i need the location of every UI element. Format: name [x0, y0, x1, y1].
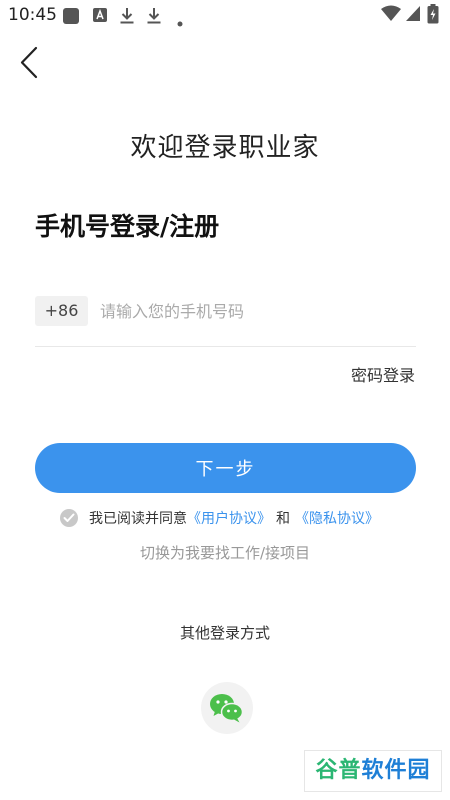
switch-role-link[interactable]: 切换为我要找工作/接项目 [0, 542, 450, 563]
user-agreement-link[interactable]: 《用户协议》 [187, 508, 271, 528]
watermark-part1: 谷普 [315, 758, 362, 783]
back-button[interactable] [12, 44, 46, 82]
agreement-row: 我已阅读并同意 《用户协议》 和 《隐私协议》 [60, 508, 379, 528]
country-code-selector[interactable]: +86 [35, 296, 88, 326]
wechat-login-button[interactable] [201, 682, 253, 734]
watermark-logo: 谷普软件园 [304, 750, 442, 792]
battery-charging-icon [427, 4, 439, 28]
app-icon [62, 7, 80, 29]
a-icon [92, 7, 108, 27]
input-divider [35, 346, 416, 347]
chevron-left-icon [12, 46, 46, 86]
next-button[interactable]: 下一步 [35, 443, 416, 493]
download-icon [119, 7, 135, 29]
status-time: 10:45 [8, 5, 57, 25]
privacy-agreement-link[interactable]: 《隐私协议》 [295, 508, 379, 528]
dot-icon [177, 12, 183, 31]
phone-input[interactable] [100, 296, 400, 326]
login-heading: 手机号登录/注册 [35, 212, 220, 241]
signal-icon [405, 5, 421, 26]
agreement-prefix: 我已阅读并同意 [89, 511, 187, 527]
other-login-label: 其他登录方式 [179, 624, 270, 642]
wifi-icon [381, 5, 401, 26]
welcome-title: 欢迎登录职业家 [130, 133, 320, 163]
status-bar: 10:45 [0, 0, 450, 30]
agreement-and: 和 [276, 511, 290, 527]
password-login-link[interactable]: 密码登录 [351, 362, 415, 386]
download-icon [146, 7, 162, 29]
agreement-checkbox[interactable] [60, 509, 78, 527]
watermark-part2: 软件园 [361, 758, 431, 783]
